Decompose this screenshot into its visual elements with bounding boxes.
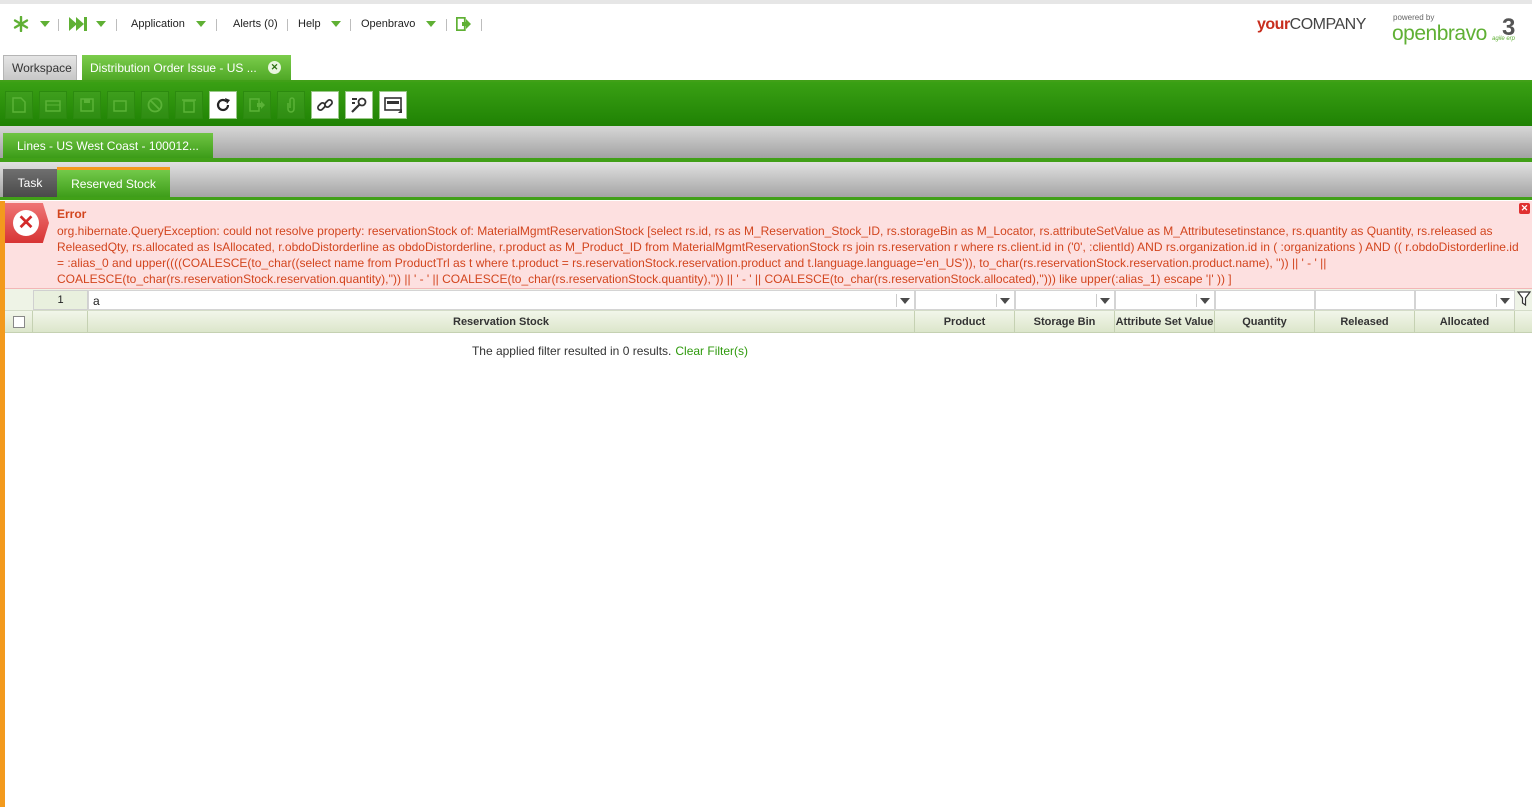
tab-task-label: Task xyxy=(17,176,43,190)
powered-by-text: powered by xyxy=(1393,13,1435,22)
chevron-down-icon xyxy=(331,21,341,27)
quick-create-dropdown[interactable] xyxy=(96,14,106,34)
divider xyxy=(116,19,117,31)
close-icon[interactable]: ✕ xyxy=(1519,203,1530,214)
openbravo-logo: powered by openbravo agile erp 3 xyxy=(1392,10,1522,46)
chevron-down-icon[interactable] xyxy=(996,294,1012,307)
column-header-quantity[interactable]: Quantity xyxy=(1215,311,1315,333)
application-menu-label: Application xyxy=(131,18,185,30)
application-menu-dropdown[interactable] xyxy=(196,14,206,34)
delete-icon[interactable] xyxy=(175,91,203,119)
quick-launch-dropdown[interactable] xyxy=(40,14,50,34)
grid-view-icon[interactable] xyxy=(379,91,407,119)
allocated-filter[interactable] xyxy=(1415,290,1515,310)
row-count: 1 xyxy=(33,290,88,310)
clear-filter-link[interactable]: Clear Filter(s) xyxy=(675,344,748,358)
divider xyxy=(58,19,59,31)
tab-reserved-stock[interactable]: Reserved Stock xyxy=(57,167,170,197)
attach-icon[interactable] xyxy=(277,91,305,119)
chevron-down-icon[interactable] xyxy=(1096,294,1112,307)
help-menu-dropdown[interactable] xyxy=(331,14,341,34)
undo-icon[interactable] xyxy=(141,91,169,119)
version-mark: 3 xyxy=(1502,14,1516,41)
openbravo-menu[interactable]: Openbravo xyxy=(361,14,415,34)
company-logo: yourCOMPANY xyxy=(1257,16,1366,34)
alerts-link[interactable]: Alerts (0) xyxy=(233,14,278,34)
top-navbar: Application Alerts (0) Help Openbravo yo… xyxy=(0,0,1532,52)
error-icon: ✕ xyxy=(13,210,39,236)
error-text: org.hibernate.QueryException: could not … xyxy=(57,224,1519,286)
logo-your-text: your xyxy=(1257,16,1290,33)
filter-row: 1 a xyxy=(5,289,1532,311)
child-tab-bar: Task Reserved Stock xyxy=(0,162,1532,200)
product-filter[interactable] xyxy=(915,290,1015,310)
help-menu-label: Help xyxy=(298,18,321,30)
error-message: ✕ Error org.hibernate.QueryException: co… xyxy=(5,201,1532,289)
tab-workspace-label: Workspace xyxy=(12,61,72,75)
new-row-icon[interactable] xyxy=(39,91,67,119)
attribute-set-value-filter[interactable] xyxy=(1115,290,1215,310)
reservation-stock-filter[interactable]: a xyxy=(88,290,915,310)
logout-icon[interactable] xyxy=(456,14,471,34)
quantity-filter[interactable] xyxy=(1215,290,1315,310)
quick-launch-icon[interactable] xyxy=(13,14,29,34)
select-all-checkbox[interactable] xyxy=(12,316,25,328)
select-all-cell xyxy=(5,311,33,333)
column-header-reservation-stock[interactable]: Reservation Stock xyxy=(88,311,915,333)
column-header-product[interactable]: Product xyxy=(915,311,1015,333)
error-title: Error xyxy=(57,207,87,221)
refresh-icon[interactable] xyxy=(209,91,237,119)
close-icon[interactable]: ✕ xyxy=(268,61,281,74)
openbravo-logo-text: openbravo xyxy=(1392,22,1487,45)
column-header-attribute-set-value[interactable]: Attribute Set Value xyxy=(1115,311,1215,333)
chevron-down-icon xyxy=(196,21,206,27)
column-header-released[interactable]: Released xyxy=(1315,311,1415,333)
subtab-bar: Lines - US West Coast - 100012... xyxy=(0,126,1532,162)
alerts-label: Alerts (0) xyxy=(233,18,278,30)
reservation-stock-filter-value: a xyxy=(93,294,100,308)
window-toolbar xyxy=(0,82,1532,126)
tab-lines-label: Lines - US West Coast - 100012... xyxy=(17,138,199,153)
main-tab-bar: Workspace Distribution Order Issue - US … xyxy=(0,55,1532,82)
tab-workspace[interactable]: Workspace xyxy=(3,55,77,80)
tab-reserved-stock-label: Reserved Stock xyxy=(71,176,156,191)
column-header-storage-bin[interactable]: Storage Bin xyxy=(1015,311,1115,333)
row-number-header xyxy=(33,311,88,333)
divider xyxy=(446,19,447,31)
divider xyxy=(216,19,217,31)
save-close-icon[interactable] xyxy=(107,91,135,119)
storage-bin-filter[interactable] xyxy=(1015,290,1115,310)
column-header-allocated[interactable]: Allocated xyxy=(1415,311,1515,333)
grid-header: Reservation Stock Product Storage Bin At… xyxy=(5,311,1532,333)
filter-funnel-icon[interactable] xyxy=(1517,291,1531,307)
tab-task[interactable]: Task xyxy=(3,169,57,197)
released-filter[interactable] xyxy=(1315,290,1415,310)
divider xyxy=(287,19,288,31)
empty-grid-message: The applied filter resulted in 0 results… xyxy=(5,344,1215,358)
empty-grid-text: The applied filter resulted in 0 results… xyxy=(471,344,672,358)
link-icon[interactable] xyxy=(311,91,339,119)
application-menu[interactable]: Application xyxy=(131,14,185,34)
tab-distribution-order-issue[interactable]: Distribution Order Issue - US ... ✕ xyxy=(82,55,291,80)
new-document-icon[interactable] xyxy=(5,91,33,119)
error-icon-badge: ✕ xyxy=(5,203,49,243)
chevron-down-icon xyxy=(96,21,106,27)
divider xyxy=(481,19,482,31)
help-menu[interactable]: Help xyxy=(298,14,321,34)
export-icon[interactable] xyxy=(243,91,271,119)
save-icon[interactable] xyxy=(73,91,101,119)
quick-create-icon[interactable] xyxy=(69,14,87,34)
tab-lines[interactable]: Lines - US West Coast - 100012... xyxy=(3,133,213,158)
tab-distribution-order-issue-label: Distribution Order Issue - US ... xyxy=(90,60,257,75)
openbravo-menu-label: Openbravo xyxy=(361,18,416,30)
chevron-down-icon[interactable] xyxy=(896,294,912,307)
openbravo-menu-dropdown[interactable] xyxy=(426,14,436,34)
divider xyxy=(350,19,351,31)
chevron-down-icon[interactable] xyxy=(1196,294,1212,307)
chevron-down-icon[interactable] xyxy=(1496,294,1512,307)
tools-icon[interactable] xyxy=(345,91,373,119)
logo-company-text: COMPANY xyxy=(1289,16,1367,33)
chevron-down-icon xyxy=(40,21,50,27)
chevron-down-icon xyxy=(426,21,436,27)
